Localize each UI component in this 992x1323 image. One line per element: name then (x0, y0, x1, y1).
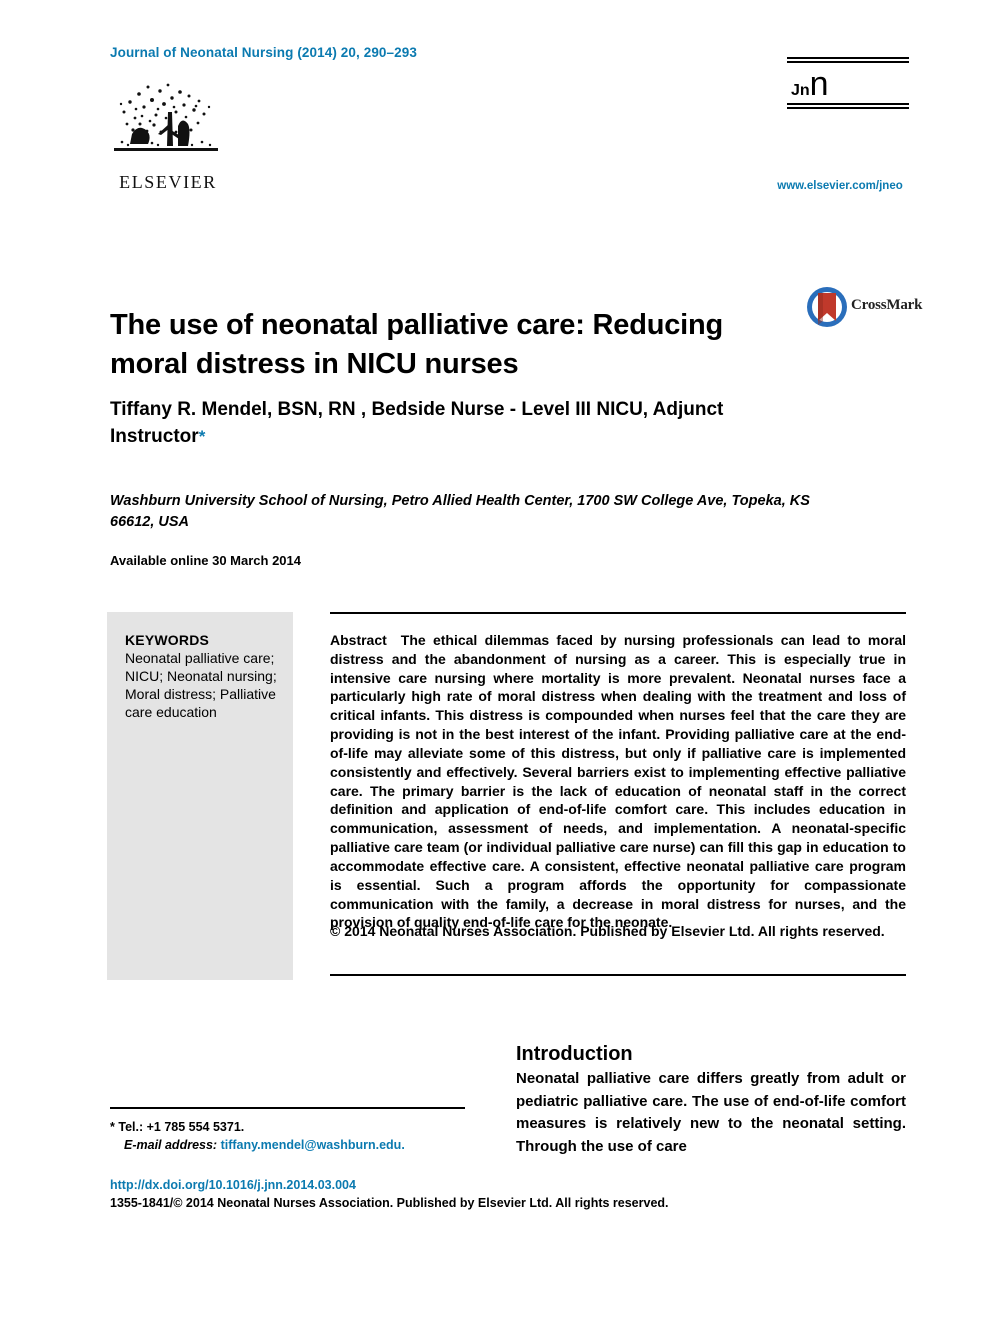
footnote-marker: * (110, 1120, 115, 1134)
crossmark-badge[interactable]: CrossMark (805, 285, 922, 330)
paper-page: Journal of Neonatal Nursing (2014) 20, 2… (0, 0, 992, 1323)
footnote-rule (110, 1107, 465, 1109)
keywords-heading: KEYWORDS (125, 632, 210, 648)
abstract-text: The ethical dilemmas faced by nursing pr… (330, 632, 906, 931)
keywords-list: Neonatal palliative care; NICU; Neonatal… (125, 650, 277, 720)
abstract-copyright: © 2014 Neonatal Nurses Association. Publ… (330, 923, 885, 939)
journal-logo-mark: Jnn (787, 63, 909, 103)
introduction-heading: Introduction (516, 1042, 633, 1065)
footnote-email-label: E-mail address: (124, 1138, 218, 1153)
elsevier-wordmark: ELSEVIER (119, 172, 217, 192)
journal-reference: Journal of Neonatal Nursing (2014) 20, 2… (110, 45, 417, 60)
keywords-panel: KEYWORDS Neonatal palliative care; NICU;… (107, 612, 293, 980)
journal-logo: Jnn (787, 57, 909, 109)
journal-logo-main: Jn (791, 82, 810, 99)
footnote-telephone: Tel.: +1 785 554 5371. (118, 1120, 245, 1134)
journal-logo-sub: n (809, 65, 829, 103)
page-title: The use of neonatal palliative care: Red… (110, 309, 724, 380)
crossmark-label: CrossMark (851, 297, 923, 313)
footnote-block: * Tel.: +1 785 554 5371. E-mail address:… (110, 1118, 510, 1154)
abstract-rule-top (330, 612, 906, 614)
journal-website-link[interactable]: www.elsevier.com/jneo (770, 180, 910, 192)
available-online-date: Available online 30 March 2014 (110, 553, 301, 568)
abstract-section: Abstract The ethical dilemmas faced by nu… (330, 631, 906, 932)
issn-copyright-line: 1355-1841/© 2014 Neonatal Nurses Associa… (110, 1196, 669, 1210)
author-footnote-marker[interactable]: * (199, 427, 206, 446)
doi-link[interactable]: http://dx.doi.org/10.1016/j.jnn.2014.03.… (110, 1178, 356, 1192)
author-affiliation: Washburn University School of Nursing, P… (110, 493, 810, 530)
author-list: Tiffany R. Mendel, BSN, RN , Bedside Nur… (110, 397, 810, 451)
abstract-rule-bottom (330, 974, 906, 976)
logo-rule-bottom (787, 103, 909, 109)
introduction-body: Neonatal palliative care differs greatly… (516, 1070, 906, 1155)
crossmark-icon (807, 287, 847, 327)
footnote-email-period: . (401, 1138, 405, 1153)
footnote-telephone-line: * Tel.: +1 785 554 5371. (110, 1118, 510, 1136)
footnote-email-link[interactable]: tiffany.mendel@washburn.edu (221, 1138, 402, 1152)
abstract-label: Abstract (330, 632, 387, 648)
footnote-email-line: E-mail address: tiffany.mendel@washburn.… (110, 1136, 510, 1154)
